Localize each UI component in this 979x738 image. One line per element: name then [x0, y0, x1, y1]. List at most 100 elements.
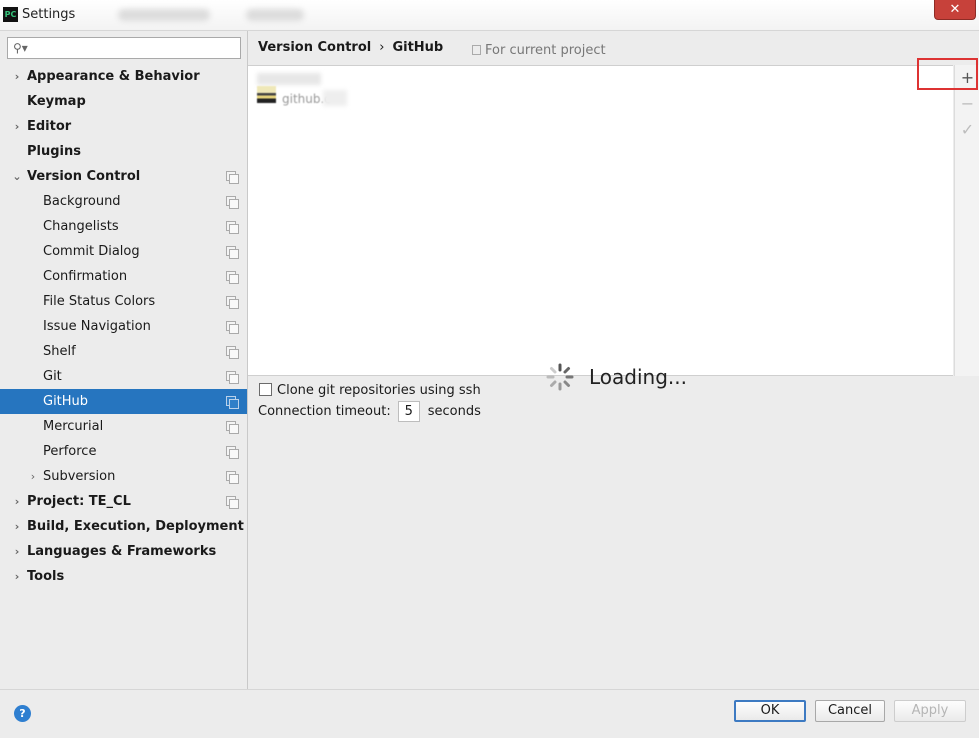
sidebar-item-label: Perforce	[43, 444, 97, 459]
sidebar-item-label: Appearance & Behavior	[27, 69, 200, 84]
project-settings-icon	[226, 296, 239, 309]
sidebar-item-git[interactable]: Git	[0, 364, 247, 389]
apply-button[interactable]: Apply	[894, 700, 966, 722]
project-settings-icon	[226, 321, 239, 334]
sidebar-item-label: Languages & Frameworks	[27, 544, 217, 559]
chevron-right-icon[interactable]: ›	[11, 489, 23, 514]
breadcrumb-parent[interactable]: Version Control	[258, 40, 371, 55]
sidebar-item-label: Keymap	[27, 94, 86, 109]
window-title: Settings	[22, 7, 76, 22]
sidebar-item-commit-dialog[interactable]: Commit Dialog	[0, 239, 247, 264]
account-avatar	[257, 86, 276, 103]
sidebar-item-label: Project: TE_CL	[27, 494, 131, 509]
clone-ssh-option[interactable]: Clone git repositories using ssh	[259, 383, 481, 398]
project-scope-label: For current project	[485, 43, 606, 58]
sidebar-item-keymap[interactable]: Keymap	[0, 89, 247, 114]
sidebar-item-label: Commit Dialog	[43, 244, 140, 259]
sidebar-item-subversion[interactable]: › Subversion	[0, 464, 247, 489]
sidebar-item-label: Git	[43, 369, 62, 384]
clone-ssh-label: Clone git repositories using ssh	[277, 383, 481, 398]
project-settings-icon	[226, 346, 239, 359]
add-button-highlight	[917, 58, 978, 90]
sidebar-item-label: Version Control	[27, 169, 141, 184]
breadcrumb: Version Control › GitHub	[258, 40, 443, 55]
sidebar-item-label: Confirmation	[43, 269, 128, 284]
sidebar-item-editor[interactable]: › Editor	[0, 114, 247, 139]
sidebar-item-label: Background	[43, 194, 121, 209]
loading-text: Loading...	[589, 365, 687, 389]
sidebar-item-changelists[interactable]: Changelists	[0, 214, 247, 239]
sidebar-item-tools[interactable]: › Tools	[0, 564, 247, 589]
chevron-right-icon[interactable]: ›	[11, 539, 23, 564]
set-default-account-button[interactable]: ✓	[955, 118, 979, 142]
settings-sidebar: ⚲▾ › Appearance & Behavior Keymap › Editor Pl…	[0, 31, 248, 689]
remove-account-button[interactable]: −	[955, 92, 979, 116]
settings-search-input[interactable]: ⚲▾	[7, 37, 241, 59]
github-settings-panel: Version Control › GitHub For current proje…	[248, 31, 979, 689]
close-button[interactable]: ✕	[934, 0, 976, 20]
sidebar-item-version-control[interactable]: ⌄ Version Control	[0, 164, 247, 189]
sidebar-item-label: Shelf	[43, 344, 76, 359]
project-settings-icon	[226, 471, 239, 484]
sidebar-item-label: GitHub	[43, 394, 89, 409]
ok-button[interactable]: OK	[734, 700, 806, 722]
sidebar-item-background[interactable]: Background	[0, 189, 247, 214]
chevron-down-icon[interactable]: ⌄	[11, 164, 23, 189]
sidebar-item-project-te-cl[interactable]: › Project: TE_CL	[0, 489, 247, 514]
project-settings-icon	[226, 396, 239, 409]
clone-ssh-checkbox[interactable]	[259, 383, 272, 396]
sidebar-item-label: Subversion	[43, 469, 116, 484]
connection-timeout-input[interactable]: 5	[397, 401, 420, 422]
sidebar-item-label: Mercurial	[43, 419, 104, 434]
project-settings-icon	[226, 271, 239, 284]
sidebar-item-mercurial[interactable]: Mercurial	[0, 414, 247, 439]
title-bar: PC Settings ✕	[0, 0, 979, 31]
accounts-toolbar: + − ✓	[954, 65, 979, 376]
sidebar-item-label: Changelists	[43, 219, 119, 234]
sidebar-item-appearance-behavior[interactable]: › Appearance & Behavior	[0, 64, 247, 89]
sidebar-item-github[interactable]: GitHub	[0, 389, 247, 414]
sidebar-item-issue-navigation[interactable]: Issue Navigation	[0, 314, 247, 339]
project-settings-icon	[226, 171, 239, 184]
chevron-right-icon[interactable]: ›	[11, 564, 23, 589]
project-settings-icon	[226, 371, 239, 384]
chevron-right-icon[interactable]: ›	[27, 464, 39, 489]
cancel-button[interactable]: Cancel	[815, 700, 885, 722]
sidebar-item-perforce[interactable]: Perforce	[0, 439, 247, 464]
breadcrumb-separator-icon: ›	[379, 40, 385, 55]
project-settings-icon	[226, 446, 239, 459]
project-settings-icon	[226, 221, 239, 234]
blurred-title-path	[118, 9, 210, 21]
search-icon: ⚲▾	[13, 41, 28, 55]
sidebar-item-confirmation[interactable]: Confirmation	[0, 264, 247, 289]
sidebar-item-label: Plugins	[27, 144, 81, 159]
blurred-account-host	[323, 90, 347, 106]
sidebar-item-file-status-colors[interactable]: File Status Colors	[0, 289, 247, 314]
sidebar-item-build-execution-deployment[interactable]: › Build, Execution, Deployment	[0, 514, 247, 539]
chevron-right-icon[interactable]: ›	[11, 64, 23, 89]
project-settings-icon	[226, 421, 239, 434]
project-scope-icon	[472, 45, 481, 55]
sidebar-item-label: Editor	[27, 119, 72, 134]
sidebar-item-languages-frameworks[interactable]: › Languages & Frameworks	[0, 539, 247, 564]
project-settings-icon	[226, 246, 239, 259]
project-settings-icon	[226, 196, 239, 209]
sidebar-item-label: Build, Execution, Deployment	[27, 519, 244, 534]
connection-timeout-label: Connection timeout:	[258, 404, 391, 419]
connection-timeout-row: Connection timeout: 5 seconds	[258, 401, 481, 422]
connection-timeout-unit: seconds	[427, 404, 481, 419]
dialog-footer: ? OK Cancel Apply	[0, 689, 979, 738]
blurred-account-name	[257, 73, 321, 85]
chevron-right-icon[interactable]: ›	[11, 114, 23, 139]
github-accounts-list[interactable]: github.c	[248, 65, 953, 376]
chevron-right-icon[interactable]: ›	[11, 514, 23, 539]
blurred-title-project	[246, 9, 304, 21]
loading-spinner-icon	[546, 363, 574, 391]
sidebar-item-shelf[interactable]: Shelf	[0, 339, 247, 364]
pycharm-logo-icon: PC	[3, 7, 18, 22]
sidebar-item-plugins[interactable]: Plugins	[0, 139, 247, 164]
project-scope-indicator: For current project	[472, 43, 606, 58]
project-settings-icon	[226, 496, 239, 509]
help-icon[interactable]: ?	[14, 705, 31, 722]
sidebar-item-label: File Status Colors	[43, 294, 156, 309]
